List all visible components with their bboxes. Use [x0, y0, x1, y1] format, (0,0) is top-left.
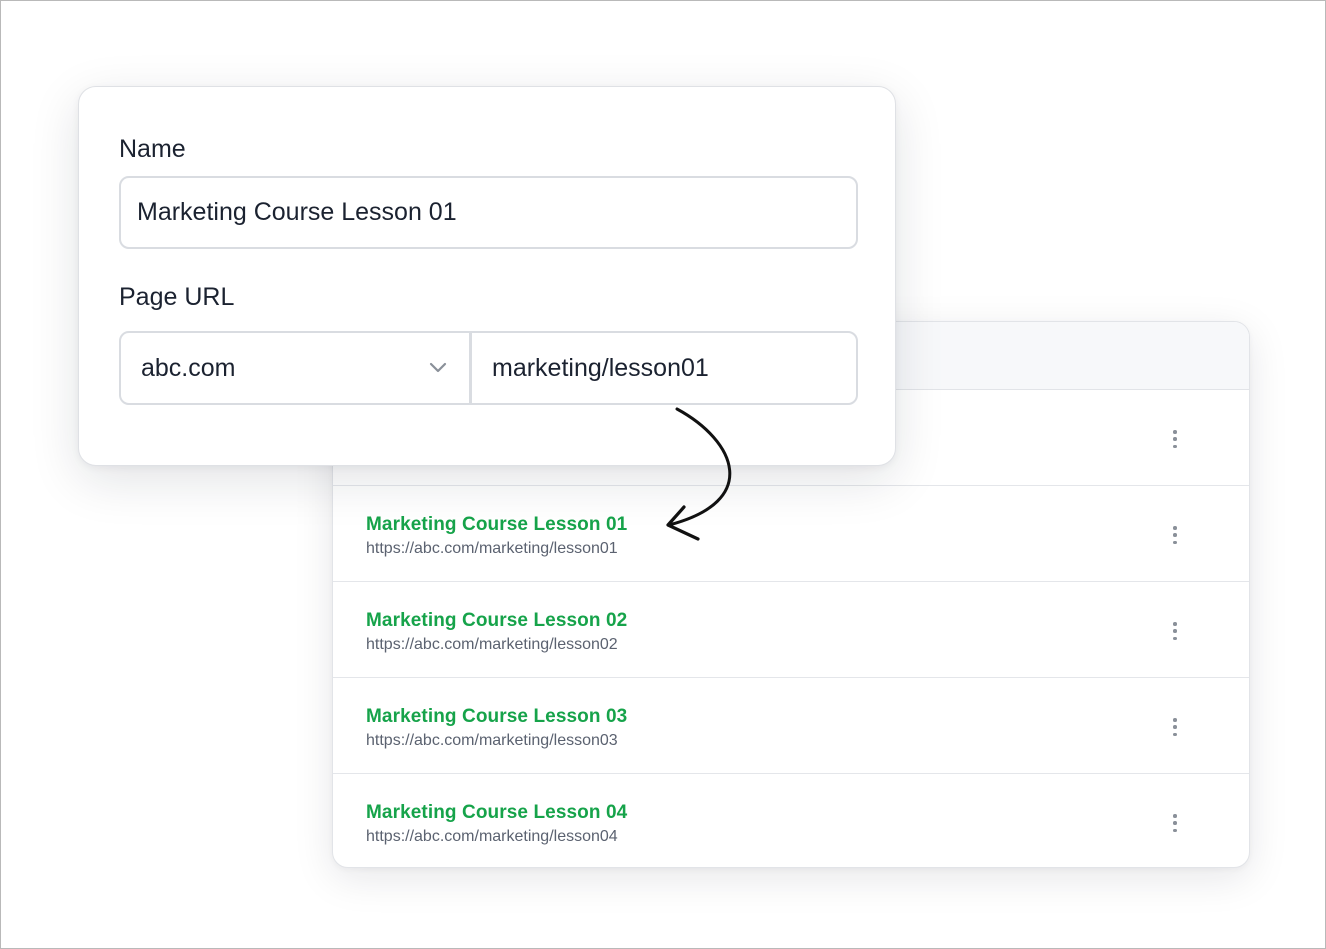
chevron-down-icon: [429, 362, 447, 373]
url-path-input[interactable]: marketing/lesson01: [472, 333, 856, 403]
page-title-link[interactable]: Marketing Course Lesson 01: [366, 514, 627, 536]
domain-select-value: abc.com: [141, 353, 236, 382]
page-url: https://abc.com/marketing/lesson02: [366, 636, 618, 653]
kebab-menu-icon[interactable]: [1167, 716, 1183, 738]
kebab-menu-icon[interactable]: [1167, 524, 1183, 546]
kebab-menu-icon[interactable]: [1167, 812, 1183, 834]
name-label: Name: [119, 135, 186, 163]
page-url-field: abc.com marketing/lesson01: [119, 331, 858, 405]
page-url-label: Page URL: [119, 283, 235, 311]
list-item[interactable]: Marketing Course Lesson 04 https://abc.c…: [333, 774, 1249, 867]
list-item[interactable]: Marketing Course Lesson 03 https://abc.c…: [333, 678, 1249, 774]
page-settings-form: Name Marketing Course Lesson 01 Page URL…: [78, 86, 896, 466]
page-url: https://abc.com/marketing/lesson03: [366, 732, 618, 749]
kebab-menu-icon[interactable]: [1167, 620, 1183, 642]
page-url: https://abc.com/marketing/lesson01: [366, 540, 618, 557]
list-item[interactable]: Marketing Course Lesson 02 https://abc.c…: [333, 582, 1249, 678]
page-title-link[interactable]: Marketing Course Lesson 02: [366, 610, 627, 632]
page-url: https://abc.com/marketing/lesson04: [366, 828, 618, 845]
page-title-link[interactable]: Marketing Course Lesson 03: [366, 706, 627, 728]
canvas: Marketing Course Lesson 01 https://abc.c…: [0, 0, 1326, 949]
name-input[interactable]: Marketing Course Lesson 01: [119, 176, 858, 249]
domain-select[interactable]: abc.com: [121, 333, 472, 403]
list-item[interactable]: Marketing Course Lesson 01 https://abc.c…: [333, 486, 1249, 582]
kebab-menu-icon[interactable]: [1167, 428, 1183, 450]
page-title-link[interactable]: Marketing Course Lesson 04: [366, 802, 627, 824]
